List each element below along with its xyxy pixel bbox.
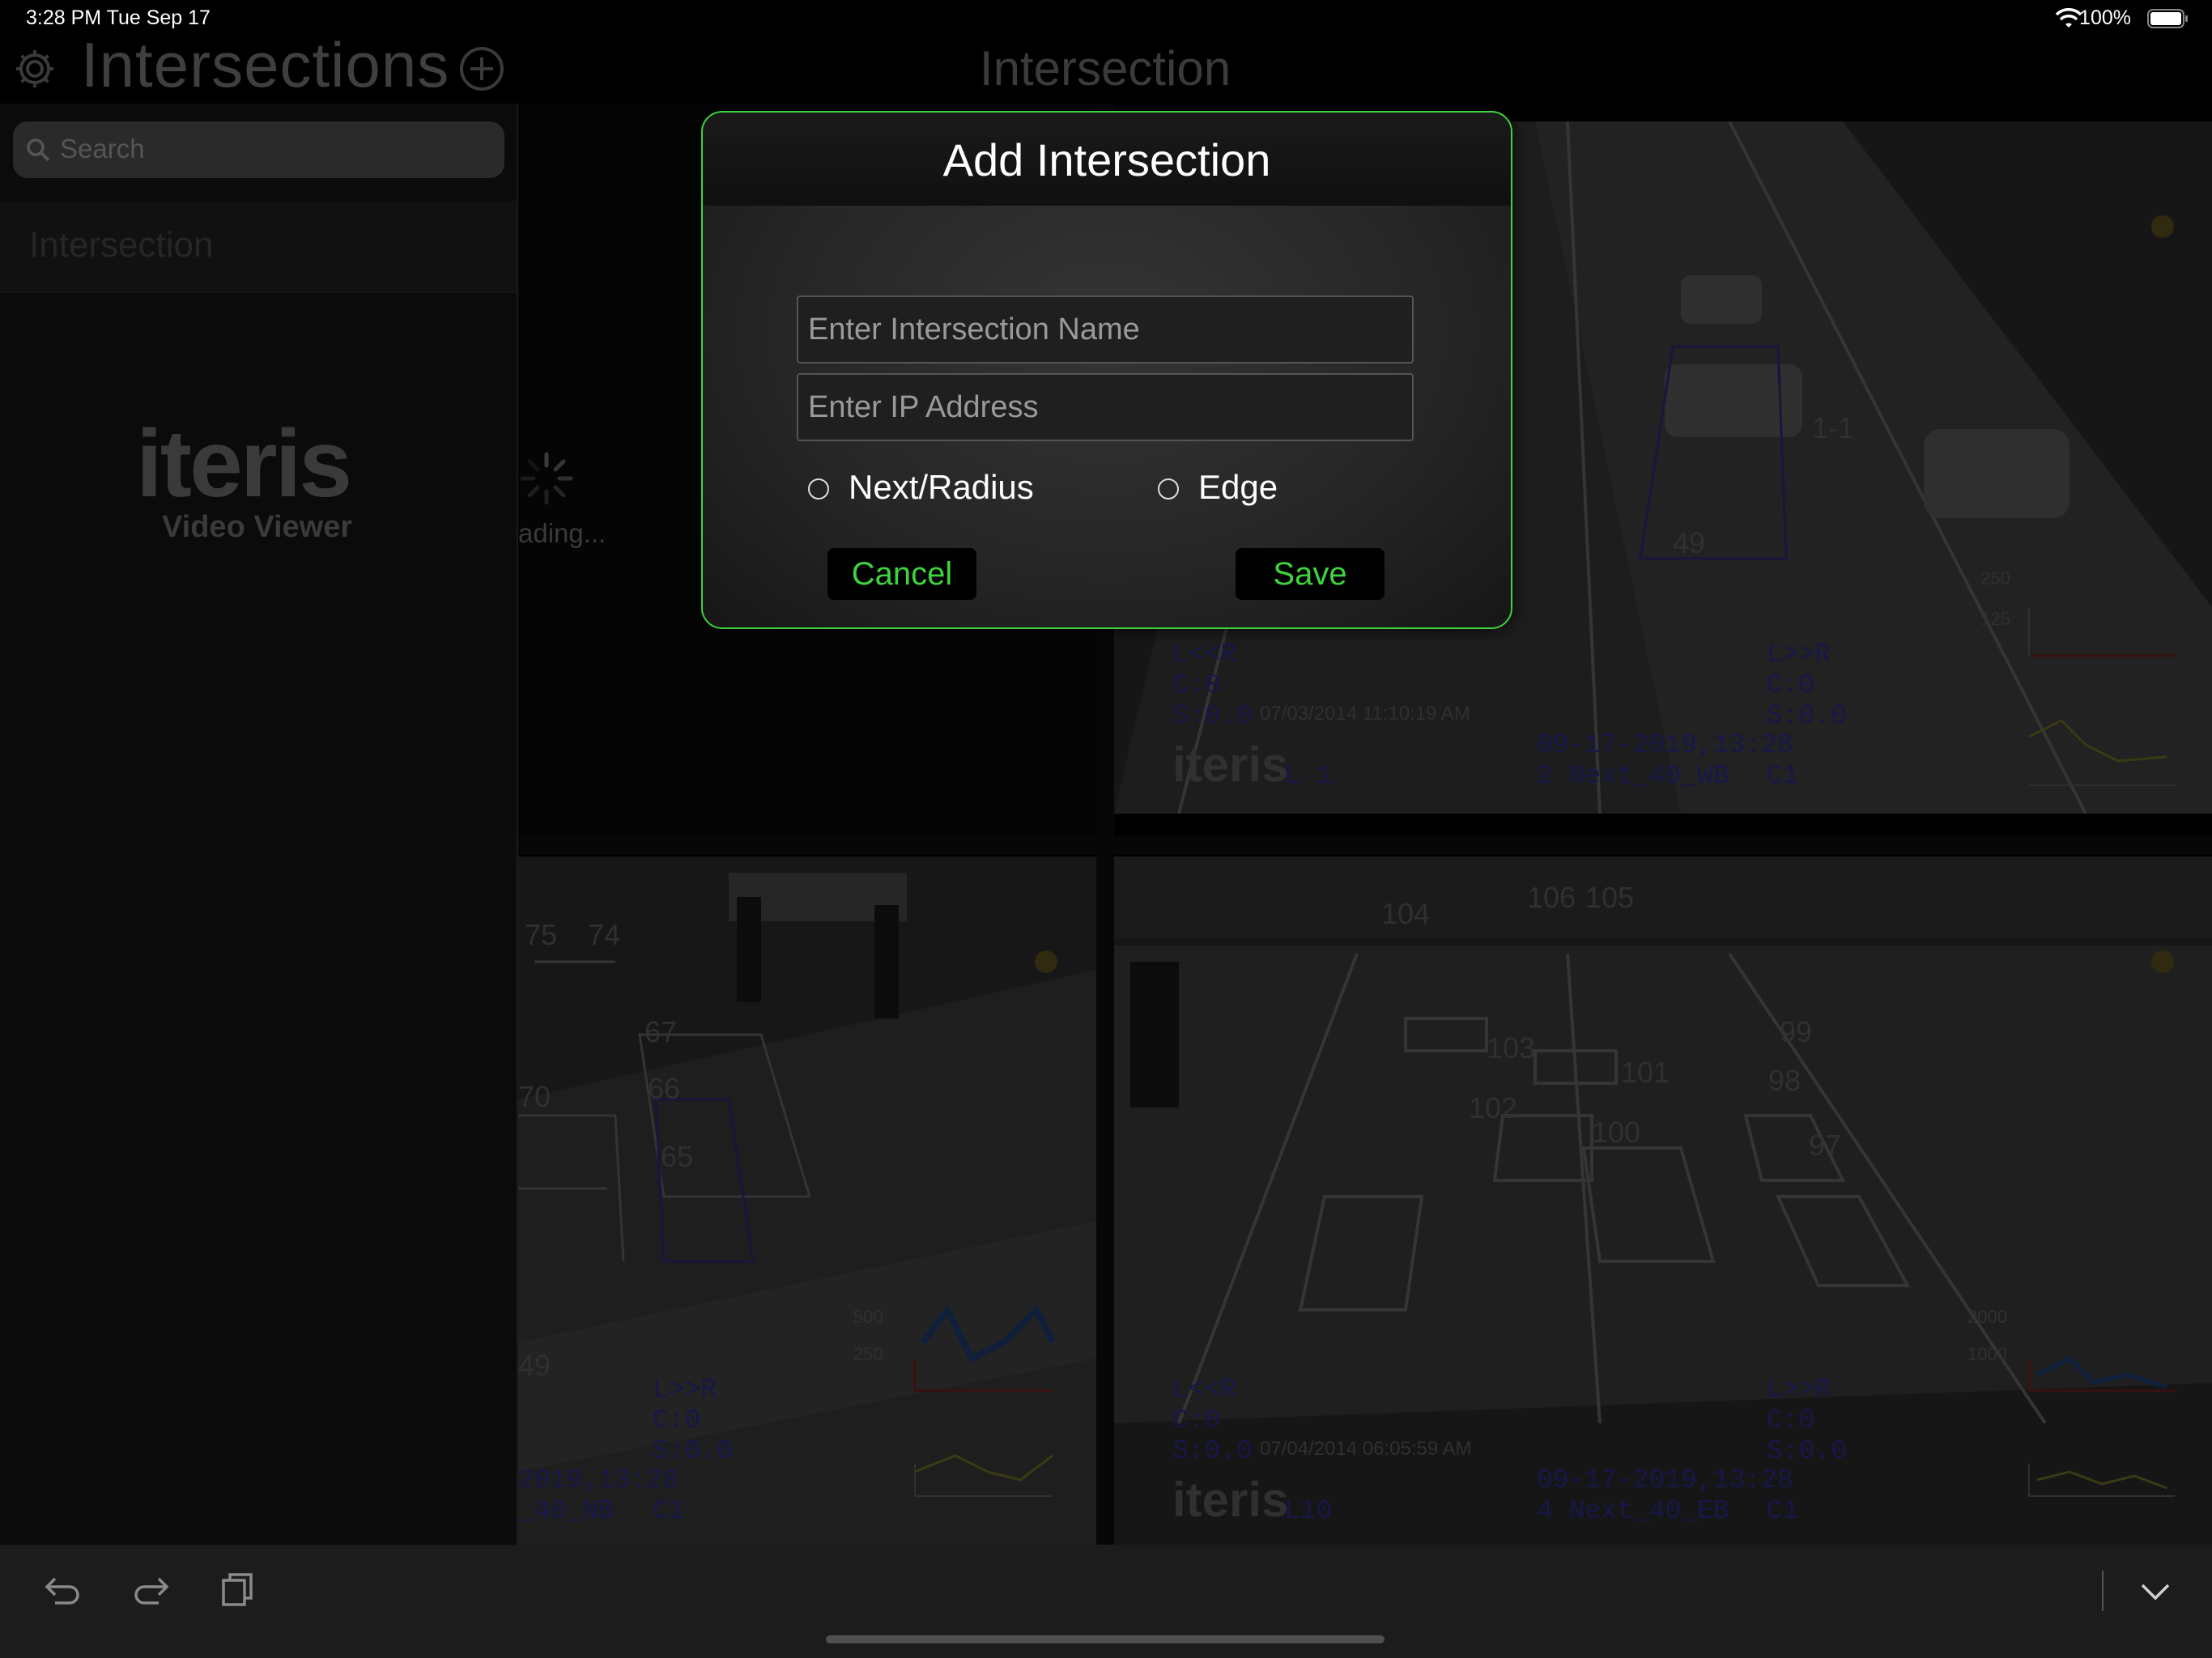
counter-text: C:0 xyxy=(1172,1405,1221,1435)
video-feed-bottom-left[interactable]: 75 74 67 66 65 70 49 500 250 L>>R C:0 S:… xyxy=(518,857,1096,1545)
scale-label: 250 xyxy=(853,1344,883,1364)
zone-label: 49 xyxy=(1673,526,1706,559)
zone-label: 6-6 xyxy=(1665,403,1708,436)
search-icon xyxy=(27,138,50,162)
scale-label: 2000 xyxy=(1967,1307,2007,1327)
edge-radio[interactable] xyxy=(1158,478,1179,500)
scale-label: 125 xyxy=(1980,609,2010,629)
zone-label: 49 xyxy=(518,1349,551,1382)
clipboard-icon[interactable] xyxy=(220,1571,256,1609)
video-feed-bottom-right[interactable]: 104 106 105 103 101 99 98 102 100 97 200… xyxy=(1114,857,2212,1545)
page-title: Intersection xyxy=(979,41,1231,96)
save-button[interactable]: Save xyxy=(1236,548,1385,600)
zone-label: 105 xyxy=(1585,881,1635,914)
counter-text: L<<R xyxy=(1172,1375,1237,1405)
battery-percent: 100% xyxy=(2079,6,2131,29)
zone-label: 100 xyxy=(1592,1116,1641,1149)
counter-text: L>>R xyxy=(1767,640,1831,670)
edge-label: Edge xyxy=(1198,468,1278,506)
counter-text: S:0.0 xyxy=(1172,701,1253,731)
zone-label: 70 xyxy=(518,1080,551,1113)
counter-text: L<<R xyxy=(1172,640,1237,670)
loading-text: ading... xyxy=(518,518,606,548)
scale-label: 500 xyxy=(853,1307,883,1327)
next-radius-label: Next/Radius xyxy=(849,468,1034,506)
loading-spinner-icon xyxy=(520,452,573,505)
sidebar xyxy=(0,104,518,1545)
feed-logo: iteris xyxy=(1172,1473,1289,1527)
zone-label: 97 xyxy=(1809,1129,1842,1162)
feed-name: 4 Next_40_EB xyxy=(1537,1496,1729,1526)
status-time: 3:28 PM Tue Sep 17 xyxy=(26,6,211,29)
feed-name: _40_NB xyxy=(518,1496,615,1526)
intersection-name-input[interactable] xyxy=(797,295,1414,363)
zone-label: 66 xyxy=(648,1072,681,1105)
next-radius-radio[interactable] xyxy=(808,478,829,500)
feed-channel: C1 xyxy=(1767,761,1799,791)
sidebar-title: Intersections xyxy=(81,29,450,100)
battery-icon xyxy=(2147,9,2188,28)
zone-label: 98 xyxy=(1768,1064,1802,1097)
redo-icon[interactable] xyxy=(131,1571,170,1609)
gear-icon[interactable] xyxy=(13,47,57,91)
grid-divider-horizontal xyxy=(518,835,2212,855)
counter-text: S:0.0 xyxy=(1172,1436,1253,1466)
home-indicator xyxy=(826,1635,1385,1643)
feed-channel: C1 xyxy=(653,1496,685,1526)
zone-label: 99 xyxy=(1780,1015,1813,1048)
lane-tag: L 1 xyxy=(1284,761,1333,791)
counter-text: S:0.0 xyxy=(653,1436,734,1466)
feed-logo: iteris xyxy=(1172,738,1289,792)
zone-label: 101 xyxy=(1621,1056,1670,1089)
sidebar-item-label: Intersection xyxy=(29,225,214,265)
counter-text: C:0 xyxy=(1767,670,1815,700)
scale-label: 1000 xyxy=(1967,1344,2007,1364)
zone-label: 74 xyxy=(588,918,621,951)
feed-stamp: 09-17-2019,13:28 xyxy=(1537,1465,1793,1495)
zone-label: 104 xyxy=(1381,897,1431,930)
undo-icon[interactable] xyxy=(44,1571,83,1609)
zone-label: 65 xyxy=(661,1140,694,1173)
counter-text: C:0 xyxy=(1172,670,1221,700)
feed-stamp: 09-17-2019,13:28 xyxy=(1537,730,1793,760)
chevron-down-icon[interactable] xyxy=(2138,1577,2173,1606)
zone-label: 75 xyxy=(525,918,558,951)
zone-label: 102 xyxy=(1469,1091,1518,1124)
scale-label: 250 xyxy=(1980,568,2010,589)
zone-label: 67 xyxy=(644,1015,678,1048)
add-circle-icon[interactable] xyxy=(458,45,505,92)
counter-text: S:0.0 xyxy=(1767,701,1848,731)
feed-name: 2 Next_40_WB xyxy=(1537,761,1729,791)
camera-timestamp: 07/03/2014 11:10:19 AM xyxy=(1260,703,1470,725)
feed-channel: C1 xyxy=(1767,1496,1799,1526)
ip-address-input[interactable] xyxy=(797,373,1414,441)
zone-label: 106 xyxy=(1527,881,1576,914)
wifi-icon xyxy=(2055,8,2082,28)
counter-text: C:0 xyxy=(1767,1405,1815,1435)
zone-label: 1-1 xyxy=(1812,411,1855,444)
counter-text: L>>R xyxy=(1767,1375,1831,1405)
brand-subtitle: Video Viewer xyxy=(162,510,353,544)
iteris-logo: iteris xyxy=(136,410,352,517)
toolbar-divider xyxy=(2102,1571,2104,1611)
add-intersection-dialog: Add Intersection Next/Radius Edge Cancel… xyxy=(701,111,1512,629)
feed-stamp: 2019,13:28 xyxy=(518,1465,679,1495)
search-placeholder[interactable]: Search xyxy=(60,134,145,164)
zone-label: 103 xyxy=(1487,1031,1536,1065)
dialog-title: Add Intersection xyxy=(942,134,1271,185)
road-scene xyxy=(518,857,1096,1545)
counter-text: L>>R xyxy=(653,1375,717,1405)
lane-tag: L10 xyxy=(1284,1496,1333,1526)
cancel-button[interactable]: Cancel xyxy=(827,548,976,600)
counter-text: S:0.0 xyxy=(1767,1436,1848,1466)
counter-text: C:0 xyxy=(653,1405,701,1435)
camera-timestamp: 07/04/2014 06:05:59 AM xyxy=(1260,1438,1472,1460)
